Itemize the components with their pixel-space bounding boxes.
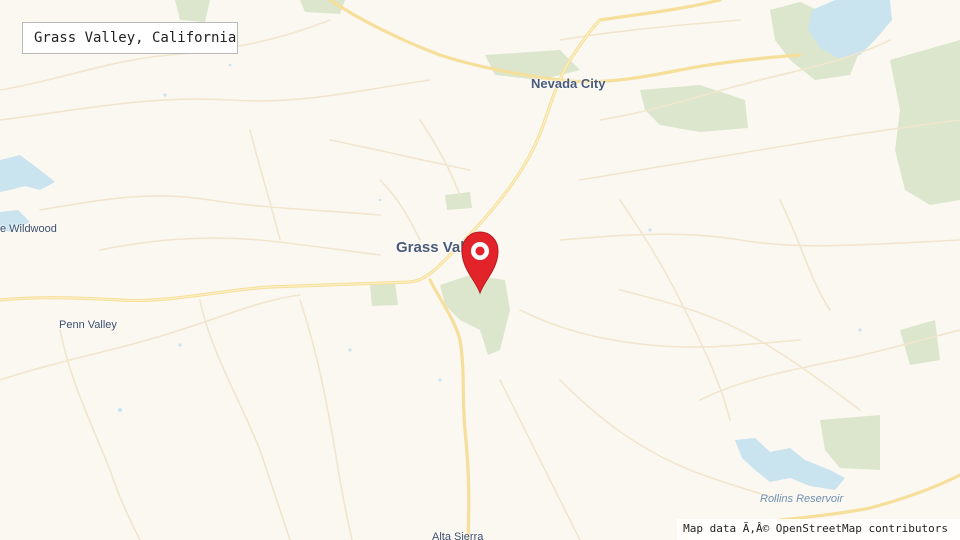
map-title: Grass Valley, California	[22, 22, 238, 54]
map-pin-icon[interactable]	[458, 229, 504, 295]
map-view[interactable]: Grass Valley, California Nevada City Gra…	[0, 0, 960, 540]
map-attribution[interactable]: Map data Ã‚Â© OpenStreetMap contributors	[677, 519, 960, 540]
place-label-penn-valley: Penn Valley	[59, 319, 117, 331]
place-label-alta-sierra: Alta Sierra	[432, 531, 484, 540]
place-label-lake-wildwood: e Wildwood	[0, 223, 57, 235]
water-label-rollins-reservoir: Rollins Reservoir	[760, 493, 844, 505]
place-label-nevada-city: Nevada City	[531, 76, 606, 91]
park-areas	[175, 0, 960, 470]
